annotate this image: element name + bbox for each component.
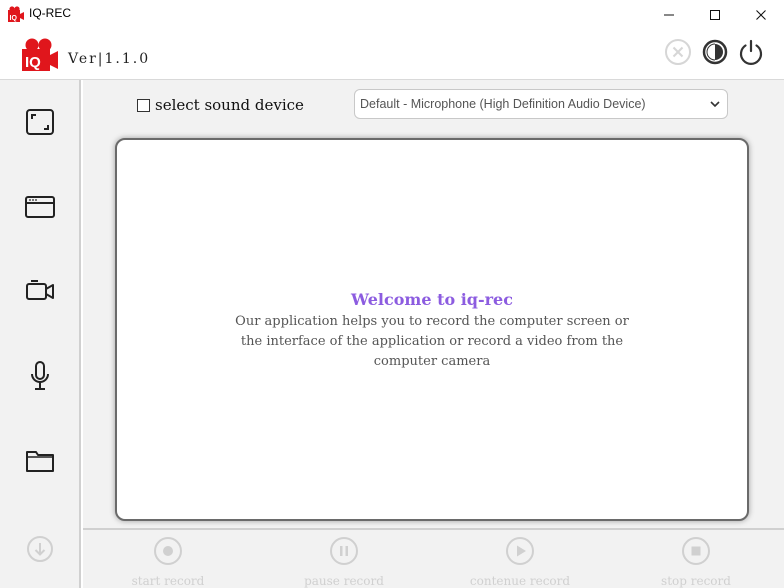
minimize-icon (664, 14, 674, 15)
stop-record-label: stop record (661, 574, 731, 588)
sound-device-select[interactable]: Default - Microphone (High Definition Au… (354, 89, 728, 119)
minimize-button[interactable] (646, 0, 692, 29)
sound-device-label: select sound device (155, 96, 304, 114)
maximize-button[interactable] (692, 0, 738, 29)
version-label: Ver|1.1.0 (68, 51, 151, 67)
pause-record-label: pause record (304, 574, 384, 588)
close-icon (756, 9, 766, 20)
continue-record-label: contenue record (469, 574, 571, 588)
maximize-icon (710, 9, 720, 20)
sidebar-item-microphone[interactable] (22, 358, 58, 394)
stop-record-button[interactable]: stop record (641, 536, 751, 588)
app-logo: IQ (22, 38, 58, 71)
app-icon: IQ (8, 6, 24, 22)
start-record-button[interactable]: start record (113, 536, 223, 588)
welcome-description: Our application helps you to record the … (235, 314, 629, 369)
chevron-down-icon (710, 101, 720, 108)
start-record-label: start record (131, 574, 205, 588)
app-header: IQ Ver|1.1.0 (0, 29, 784, 80)
sidebar (0, 80, 81, 588)
main-panel: select sound device Default - Microphone… (83, 80, 784, 528)
pause-icon (330, 537, 358, 565)
welcome-title: Welcome to iq-rec (351, 290, 513, 309)
sidebar-item-fullscreen[interactable] (22, 104, 58, 140)
sidebar-item-folder[interactable] (22, 442, 58, 478)
sound-device-checkbox-group[interactable]: select sound device (137, 96, 304, 114)
microphone-icon (31, 361, 49, 390)
window-title: IQ-REC (29, 6, 71, 20)
sound-device-checkbox[interactable] (137, 98, 150, 112)
record-icon (154, 537, 182, 565)
logo-text: IQ (25, 54, 41, 71)
svg-text:IQ: IQ (10, 15, 18, 22)
sidebar-item-window[interactable] (22, 189, 58, 225)
sound-device-selected: Default - Microphone (High Definition Au… (360, 97, 646, 111)
camera-icon (26, 280, 54, 300)
title-bar: IQ IQ-REC (0, 0, 784, 29)
window-capture-icon (25, 196, 55, 218)
download-icon[interactable] (25, 534, 55, 564)
close-button[interactable] (738, 0, 784, 29)
preview-area: Welcome to iq-rec Our application helps … (115, 138, 749, 521)
pause-record-button[interactable]: pause record (289, 536, 399, 588)
power-icon[interactable] (737, 38, 765, 66)
welcome-message: Welcome to iq-rec Our application helps … (117, 290, 747, 372)
fullscreen-capture-icon (26, 109, 54, 135)
theme-toggle-icon[interactable] (701, 38, 729, 66)
sidebar-item-camera[interactable] (22, 273, 58, 309)
record-controls: start record pause record contenue recor… (83, 528, 784, 588)
cancel-icon[interactable] (664, 38, 692, 66)
play-icon (506, 537, 534, 565)
folder-icon (26, 451, 54, 472)
continue-record-button[interactable]: contenue record (465, 536, 575, 588)
stop-icon (682, 537, 710, 565)
